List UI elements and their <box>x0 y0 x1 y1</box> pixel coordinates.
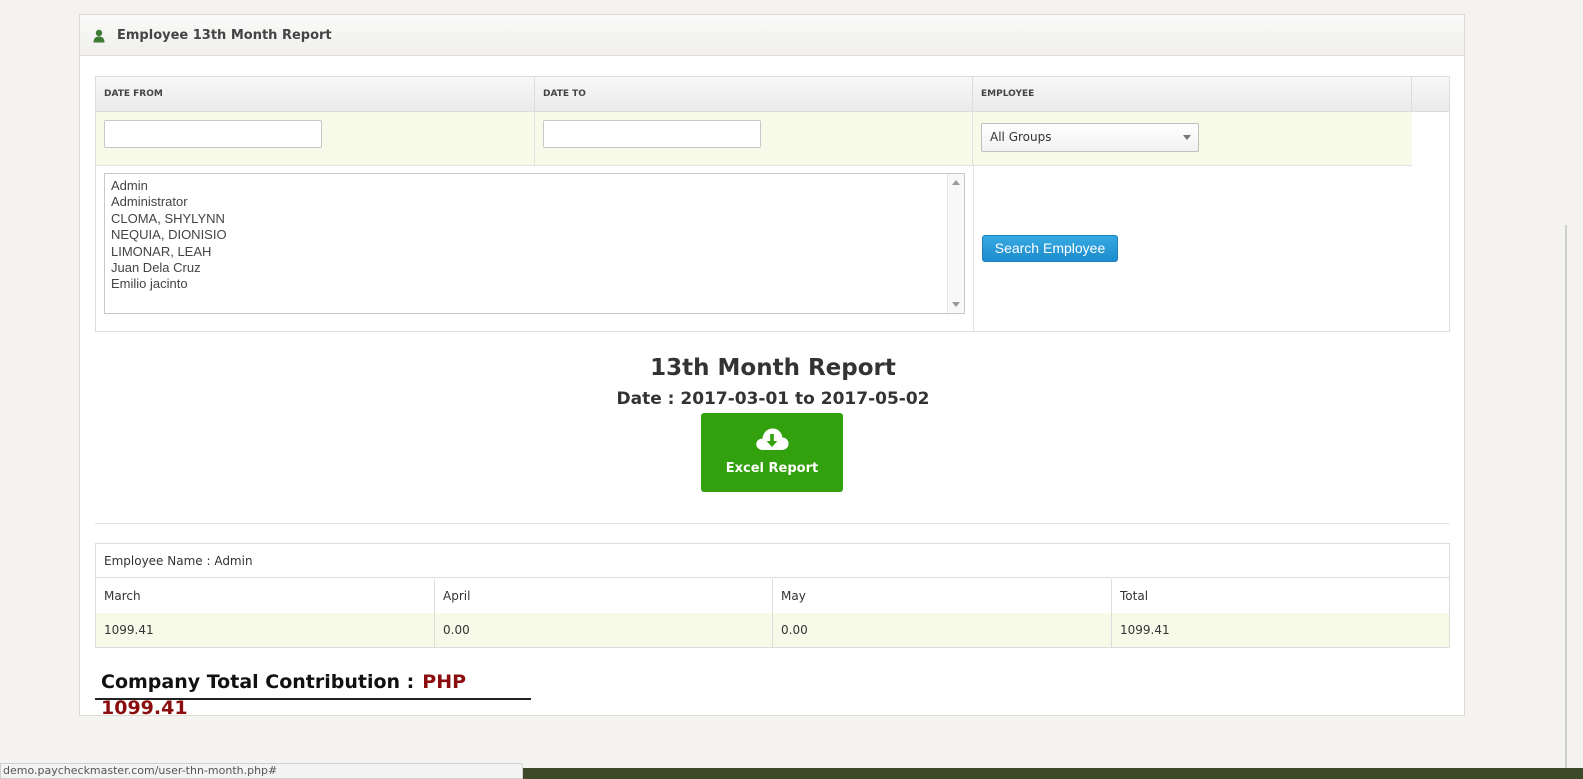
table-row: 1099.41 0.00 0.00 1099.41 <box>96 613 1449 647</box>
chevron-down-icon <box>1183 135 1191 140</box>
taskbar-strip <box>523 768 1583 779</box>
filter-header-row: DATE FROM DATE TO EMPLOYEE <box>96 77 1449 112</box>
header-employee: EMPLOYEE <box>973 77 1412 111</box>
section-divider <box>95 523 1450 524</box>
employee-option[interactable]: Juan Dela Cruz <box>105 260 964 276</box>
group-cell: All Groups <box>973 112 1412 165</box>
status-bar-url: demo.paycheckmaster.com/user-thn-month.p… <box>0 763 523 779</box>
column-header: April <box>435 579 773 613</box>
report-date-range: Date : 2017-03-01 to 2017-05-02 <box>616 389 930 409</box>
employee-option[interactable]: LIMONAR, LEAH <box>105 244 964 260</box>
cell-may: 0.00 <box>773 613 1112 647</box>
group-select-value: All Groups <box>990 130 1052 144</box>
header-date-from: DATE FROM <box>96 77 535 111</box>
report-title: 13th Month Report <box>650 355 896 381</box>
filter-input-row: All Groups <box>96 112 1412 166</box>
column-header: May <box>773 579 1112 613</box>
user-icon <box>92 28 106 43</box>
employee-table: Employee Name : Admin March April May To… <box>95 543 1450 648</box>
scroll-down-icon[interactable] <box>952 302 960 307</box>
window-edge <box>1565 225 1567 770</box>
report-panel: Employee 13th Month Report DATE FROM DAT… <box>79 14 1465 719</box>
excel-report-label: Excel Report <box>725 461 819 476</box>
employee-option[interactable]: Administrator <box>105 194 964 210</box>
column-header: Total <box>1120 589 1149 603</box>
panel-title: Employee 13th Month Report <box>117 27 332 43</box>
listbox-scrollbar[interactable] <box>947 174 964 313</box>
cell-total: 1099.41 <box>1120 623 1170 637</box>
filter-divider <box>973 165 974 331</box>
group-select[interactable]: All Groups <box>981 123 1199 152</box>
date-to-input[interactable] <box>543 120 761 148</box>
employee-listbox[interactable]: Admin Administrator CLOMA, SHYLYNN NEQUI… <box>104 173 965 314</box>
scroll-up-icon[interactable] <box>952 180 960 185</box>
cloud-download-icon <box>754 425 790 452</box>
table-header-row: March April May Total <box>96 579 1449 614</box>
header-date-to: DATE TO <box>535 77 973 111</box>
company-total-label: Company Total Contribution : <box>101 671 415 693</box>
employee-option[interactable]: NEQUIA, DIONISIO <box>105 227 964 243</box>
employee-option[interactable]: Emilio jacinto <box>105 276 964 292</box>
cell-april: 0.00 <box>435 613 773 647</box>
search-employee-button[interactable]: Search Employee <box>982 235 1118 262</box>
cell-march: 1099.41 <box>96 613 435 647</box>
filter-table: DATE FROM DATE TO EMPLOYEE All Groups Ad… <box>95 76 1450 332</box>
panel-header: Employee 13th Month Report <box>80 15 1464 56</box>
company-total: Company Total Contribution : PHP 1099.41 <box>95 669 531 719</box>
employee-name: Employee Name : Admin <box>96 544 1449 578</box>
date-from-cell <box>96 112 535 165</box>
column-header: March <box>96 579 435 613</box>
employee-option[interactable]: CLOMA, SHYLYNN <box>105 211 964 227</box>
date-from-input[interactable] <box>104 120 322 148</box>
employee-option[interactable]: Admin <box>105 178 964 194</box>
date-to-cell <box>535 112 973 165</box>
excel-report-button[interactable]: Excel Report <box>701 413 843 492</box>
